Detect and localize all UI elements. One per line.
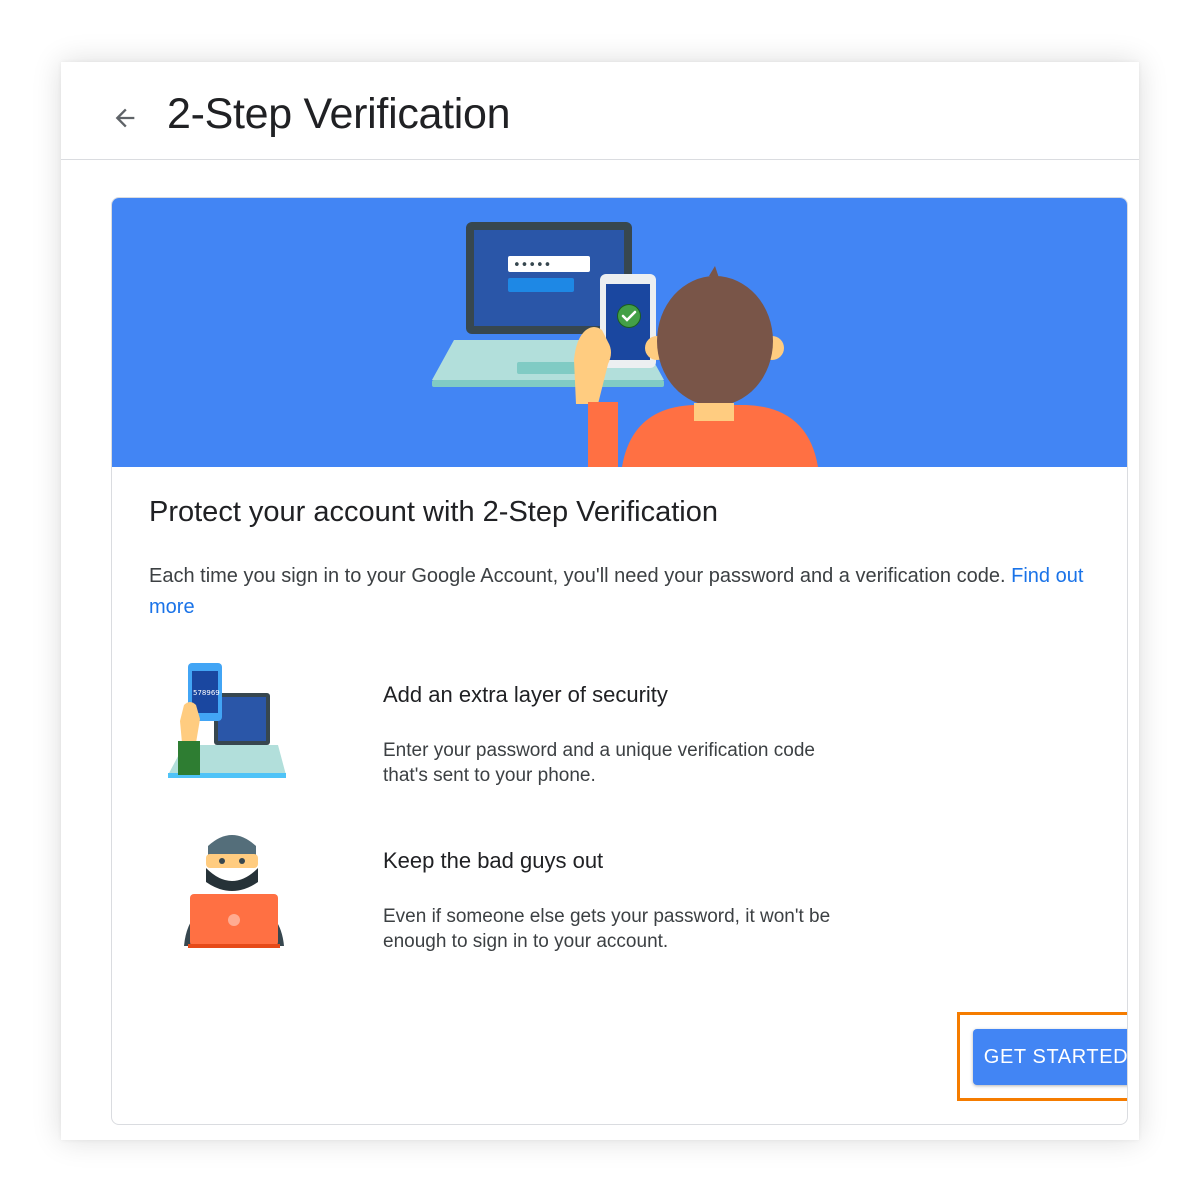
svg-text:578969: 578969 (193, 689, 220, 697)
verification-card: ••••• Protect your account with 2-Step V… (111, 197, 1128, 1125)
feature-desc-line: Even if someone else gets your password,… (383, 906, 831, 927)
banner: ••••• (112, 198, 1127, 467)
feature-desc-bad-guys-out: Even if someone else gets your password,… (383, 904, 923, 954)
back-button[interactable] (105, 98, 145, 138)
arrow-back-icon (115, 108, 135, 128)
card-heading: Protect your account with 2-Step Verific… (149, 496, 719, 528)
page-header: 2-Step Verification (61, 62, 1139, 160)
get-started-button[interactable]: GET STARTED (973, 1029, 1127, 1085)
feature-desc-line: enough to sign in to your account. (383, 931, 669, 952)
description-text: Each time you sign in to your Google Acc… (149, 565, 1006, 587)
feature-title-extra-security: Add an extra layer of security (383, 682, 668, 707)
feature-desc-line: Enter your password and a unique verific… (383, 740, 815, 761)
feature-desc-extra-security: Enter your password and a unique verific… (383, 738, 923, 788)
page-title: 2-Step Verification (167, 90, 511, 138)
feature-desc-line: that's sent to your phone. (383, 765, 596, 786)
masked-hacker-illustration (184, 835, 284, 948)
laptop-phone-person-illustration: ••••• (432, 222, 818, 467)
svg-text:•••••: ••••• (513, 258, 551, 273)
card-description: Each time you sign in to your Google Acc… (149, 561, 1089, 623)
feature-title-bad-guys-out: Keep the bad guys out (383, 848, 604, 873)
phone-code-laptop-illustration: 578969 (168, 663, 286, 778)
settings-window: 2-Step Verification ••••• Protect your a… (61, 62, 1139, 1140)
